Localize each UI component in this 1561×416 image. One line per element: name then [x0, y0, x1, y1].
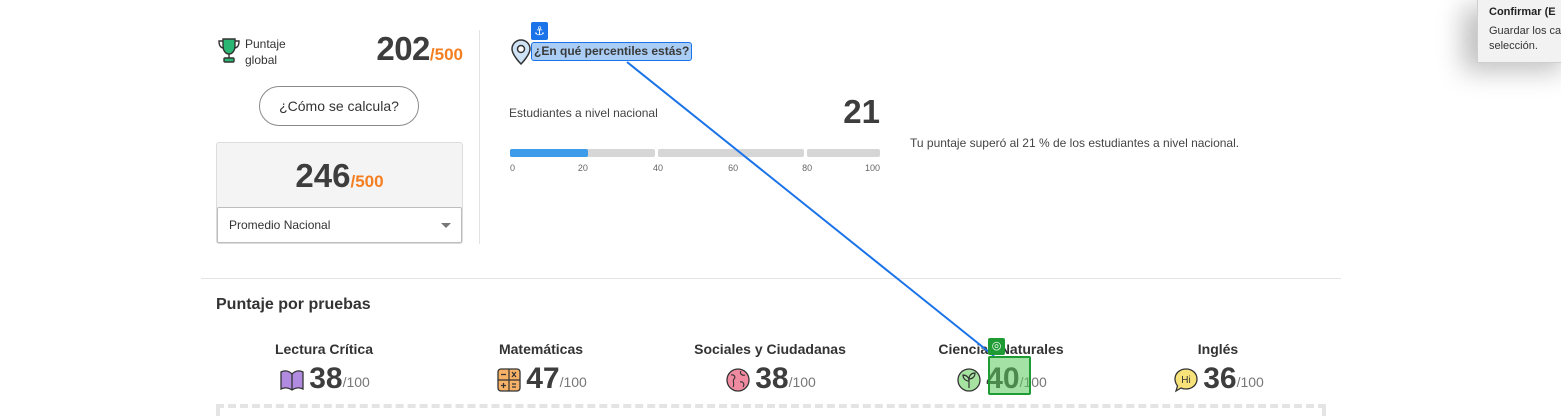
anchor-icon: ⚓ — [531, 22, 548, 40]
national-percentile-value: 21 — [843, 93, 880, 130]
map-pin-icon — [511, 39, 531, 66]
trophy-icon — [218, 38, 240, 63]
test-score: Hi 36/100 — [1108, 363, 1328, 395]
speech-bubble-icon: Hi — [1174, 368, 1198, 393]
test-score-max: /100 — [559, 374, 587, 390]
bar-segment — [658, 149, 804, 157]
test-name: Lectura Crítica — [274, 341, 374, 357]
chevron-down-icon — [441, 223, 451, 228]
tests-section-title: Puntaje por pruebas — [216, 296, 371, 313]
target-icon: ◎ — [988, 338, 1005, 355]
test-ingles[interactable]: Inglés Hi 36/100 — [1108, 341, 1328, 395]
leaf-icon — [957, 368, 981, 392]
how-calculated-button[interactable]: ¿Cómo se calcula? — [259, 86, 419, 126]
tick-label: 60 — [728, 163, 739, 173]
global-score: 202/500 — [376, 30, 463, 68]
percentile-bar — [510, 149, 880, 157]
svg-text:Hi: Hi — [1181, 375, 1190, 386]
tick-label: 40 — [652, 163, 664, 173]
percentile-bar-fill — [510, 149, 588, 157]
tick-label: 0 — [510, 163, 516, 173]
test-score-value: 38 — [755, 362, 789, 395]
test-name: Sociales y Ciudadanas — [694, 341, 846, 357]
test-score: 38/100 — [214, 363, 434, 395]
tooltip-body: Guardar los ca selección. — [1489, 24, 1561, 54]
tick-label: 80 — [802, 163, 813, 173]
test-sociales-ciudadanas[interactable]: Sociales y Ciudadanas 38/100 — [660, 341, 880, 395]
percentile-ticks: 0 20 40 60 80 100 — [510, 163, 880, 175]
global-score-label: Puntaje global — [245, 37, 286, 67]
vertical-divider — [479, 30, 480, 244]
tooltip-body-line: selección. — [1489, 40, 1538, 52]
test-score-max: /100 — [1236, 374, 1264, 390]
bar-segment — [807, 149, 880, 157]
dashed-placeholder — [216, 404, 1326, 416]
test-name: Matemáticas — [498, 341, 584, 357]
calculator-icon — [497, 368, 521, 392]
national-label: Estudiantes a nivel nacional — [509, 106, 658, 120]
average-type-select[interactable]: Promedio Nacional — [217, 207, 462, 243]
book-icon — [280, 370, 304, 391]
global-score-value: 202 — [376, 30, 430, 67]
tick-label: 100 — [864, 163, 880, 173]
tooltip-title: Confirmar (E — [1489, 6, 1556, 18]
section-divider — [201, 278, 1341, 279]
average-type-selected: Promedio Nacional — [229, 218, 331, 232]
test-score-value: 38 — [309, 362, 343, 395]
test-score: 38/100 — [660, 363, 880, 395]
bar-segment — [585, 149, 655, 157]
tooltip-body-line: Guardar los ca — [1489, 25, 1561, 37]
test-score-max: /100 — [342, 374, 370, 390]
average-score: 246/500 — [217, 157, 462, 195]
average-score-card: 246/500 Promedio Nacional — [216, 142, 463, 244]
test-score-value: 36 — [1203, 362, 1237, 395]
confirm-tooltip: Confirmar (E Guardar los ca selección. — [1477, 0, 1561, 63]
percentile-summary: Tu puntaje superó al 21 % de los estudia… — [910, 136, 1240, 150]
globe-icon — [726, 368, 750, 392]
test-name: Inglés — [1197, 341, 1239, 357]
test-score-max: /100 — [788, 374, 816, 390]
average-score-max: /500 — [350, 172, 384, 191]
test-score-value: 47 — [526, 362, 560, 395]
test-lectura-critica[interactable]: Lectura Crítica 38/100 — [214, 341, 434, 395]
drop-target-highlight[interactable] — [988, 356, 1031, 395]
test-matematicas[interactable]: Matemáticas 47/100 — [431, 341, 651, 395]
global-score-max: /500 — [429, 45, 463, 64]
test-score: 47/100 — [431, 363, 651, 395]
tick-label: 20 — [577, 163, 588, 173]
percentile-link[interactable]: ¿En qué percentiles estás? — [531, 42, 693, 61]
average-score-value: 246 — [295, 157, 351, 194]
